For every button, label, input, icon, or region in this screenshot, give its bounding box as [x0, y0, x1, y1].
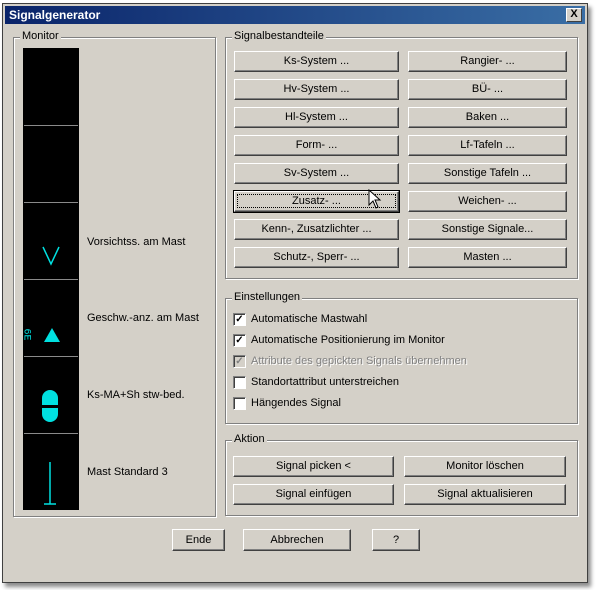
close-button[interactable]: X — [566, 8, 582, 22]
signal-picken-button[interactable]: Signal picken < — [233, 456, 394, 477]
aktion-group-label: Aktion — [232, 433, 267, 445]
standortattribut-checkbox[interactable]: Standortattribut unterstreichen — [233, 374, 399, 390]
form-button[interactable]: Form- ... — [234, 135, 399, 156]
monitor-row-label-6: Mast Standard 3 — [87, 466, 168, 478]
einstellungen-group-label: Einstellungen — [232, 291, 303, 303]
checkbox-label: Hängendes Signal — [251, 397, 341, 409]
help-button[interactable]: ? — [372, 529, 420, 551]
baken-button[interactable]: Baken ... — [408, 107, 567, 128]
signal-monitor[interactable]: 6E — [20, 48, 79, 510]
speed-indicator-icon — [44, 328, 60, 342]
monitor-cell-4[interactable]: 6E — [20, 280, 78, 357]
sonstige-signale-button[interactable]: Sonstige Signale... — [408, 219, 567, 240]
speed-indicator-glyph: 6E — [20, 328, 32, 341]
checkbox-label: Automatische Positionierung im Monitor — [251, 334, 445, 346]
ende-button[interactable]: Ende — [172, 529, 225, 551]
abbrechen-button[interactable]: Abbrechen — [243, 529, 351, 551]
monitor-row-label-5: Ks-MA+Sh stw-bed. — [87, 389, 185, 401]
ks-system-button[interactable]: Ks-System ... — [234, 51, 399, 72]
signal-aktualisieren-button[interactable]: Signal aktualisieren — [404, 484, 566, 505]
monitor-cell-6[interactable] — [24, 434, 78, 510]
sv-system-button[interactable]: Sv-System ... — [234, 163, 399, 184]
monitor-cell-1[interactable] — [24, 49, 78, 126]
window-title: Signalgenerator — [9, 8, 101, 22]
haengendes-signal-checkbox[interactable]: Hängendes Signal — [233, 395, 341, 411]
hl-system-button[interactable]: Hl-System ... — [234, 107, 399, 128]
bue-button[interactable]: BÜ- ... — [408, 79, 567, 100]
title-bar[interactable]: Signalgenerator X — [5, 6, 585, 24]
masten-button[interactable]: Masten ... — [408, 247, 567, 268]
checkbox-label: Attribute des gepickten Signals übernehm… — [251, 355, 467, 367]
ks-ma-sh-icon — [42, 390, 58, 422]
signalbestandteile-group-label: Signalbestandteile — [232, 30, 326, 42]
checkbox-box[interactable]: ✓ — [233, 312, 246, 326]
monitor-loeschen-button[interactable]: Monitor löschen — [404, 456, 566, 477]
weichen-button[interactable]: Weichen- ... — [408, 191, 567, 212]
monitor-cell-3[interactable] — [24, 203, 78, 280]
mouse-cursor-icon — [368, 189, 382, 209]
attribute-uebernehmen-checkbox: ✓ Attribute des gepickten Signals überne… — [233, 353, 467, 369]
automatische-positionierung-checkbox[interactable]: ✓ Automatische Positionierung im Monitor — [233, 332, 445, 348]
checkbox-label: Standortattribut unterstreichen — [251, 376, 399, 388]
monitor-cell-5[interactable] — [24, 357, 78, 434]
monitor-row-label-3: Vorsichtss. am Mast — [87, 236, 186, 248]
signal-einfuegen-button[interactable]: Signal einfügen — [233, 484, 394, 505]
lf-tafeln-button[interactable]: Lf-Tafeln ... — [408, 135, 567, 156]
checkbox-box: ✓ — [233, 354, 246, 368]
automatische-mastwahl-checkbox[interactable]: ✓ Automatische Mastwahl — [233, 311, 367, 327]
checkbox-box[interactable] — [233, 375, 246, 389]
signalbestandteile-group: Signalbestandteile — [225, 30, 578, 279]
rangier-button[interactable]: Rangier- ... — [408, 51, 567, 72]
checkbox-box[interactable] — [233, 396, 246, 410]
hv-system-button[interactable]: Hv-System ... — [234, 79, 399, 100]
monitor-row-label-4: Geschw.-anz. am Mast — [87, 312, 199, 324]
monitor-group-label: Monitor — [20, 30, 61, 42]
vorsichtssignal-icon — [42, 246, 60, 266]
checkbox-box[interactable]: ✓ — [233, 333, 246, 347]
schutz-sperr-button[interactable]: Schutz-, Sperr- ... — [234, 247, 399, 268]
monitor-cell-2[interactable] — [24, 126, 78, 203]
kenn-zusatzlichter-button[interactable]: Kenn-, Zusatzlichter ... — [234, 219, 399, 240]
mast-icon — [44, 462, 56, 505]
sonstige-tafeln-button[interactable]: Sonstige Tafeln ... — [408, 163, 567, 184]
checkbox-label: Automatische Mastwahl — [251, 313, 368, 325]
